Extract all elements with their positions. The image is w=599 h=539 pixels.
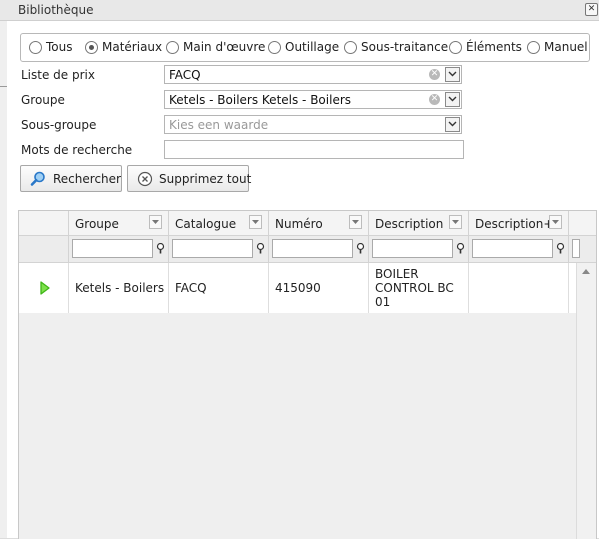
- grid-filter-description-plus: [469, 236, 569, 263]
- table-row[interactable]: Ketels - Boilers FACQ 415090 BOILER CONT…: [19, 263, 576, 313]
- close-icon[interactable]: ✕: [585, 3, 598, 16]
- filter-icon[interactable]: [556, 242, 565, 257]
- row-selector-cell[interactable]: [19, 263, 69, 313]
- filter-input[interactable]: [372, 239, 453, 258]
- radio-circle[interactable]: [344, 41, 357, 54]
- column-header-label: Numéro: [275, 217, 323, 231]
- scroll-up-arrow-icon: [582, 269, 590, 274]
- price-list-label: Liste de prix: [21, 68, 95, 82]
- subgroup-label: Sous-groupe: [21, 118, 97, 132]
- cell-text: 415090: [275, 281, 321, 295]
- filter-icon[interactable]: [456, 242, 465, 257]
- filter-icon[interactable]: [356, 242, 365, 257]
- price-list-value: FACQ: [169, 68, 201, 82]
- radio-circle[interactable]: [449, 41, 462, 54]
- column-header-label: Groupe: [75, 217, 119, 231]
- radio-label: Main d'œuvre: [183, 40, 266, 54]
- column-header-label: Description: [375, 217, 444, 231]
- column-header-label: Catalogue: [175, 217, 237, 231]
- search-icon: [30, 171, 46, 190]
- grid-header-overflow: [569, 211, 596, 236]
- cell-text-line: 01: [375, 295, 391, 309]
- grid-header-numero[interactable]: Numéro: [269, 211, 369, 236]
- radio-circle-checked[interactable]: [85, 41, 98, 54]
- group-value: Ketels - Boilers Ketels - Boilers: [169, 93, 352, 107]
- grid-header-catalogue[interactable]: Catalogue: [169, 211, 269, 236]
- grid-header-description[interactable]: Description: [369, 211, 469, 236]
- library-window: Bibliothèque ✕ Tous Matériaux Main d'œuv…: [0, 0, 599, 539]
- left-edge-strip: [0, 21, 7, 538]
- cell-text: FACQ: [175, 281, 207, 295]
- grid-filter-overflow: [569, 236, 596, 263]
- cell-numero: 415090: [269, 263, 369, 313]
- cell-groupe: Ketels - Boilers: [69, 263, 169, 313]
- grid-header-description-plus[interactable]: Description+: [469, 211, 569, 236]
- cell-text: Ketels - Boilers: [75, 281, 165, 295]
- radio-label: Sous-traitance: [361, 40, 449, 54]
- search-button-label: Rechercher: [53, 172, 121, 186]
- filter-input[interactable]: [272, 239, 353, 258]
- column-menu-icon[interactable]: [349, 215, 362, 229]
- results-grid: Groupe Catalogue Numéro Description Desc…: [18, 210, 597, 539]
- radio-circle[interactable]: [268, 41, 281, 54]
- cell-text-line: CONTROL BC: [375, 281, 454, 295]
- cell-text-line: BOILER: [375, 267, 419, 281]
- grid-filter-selector: [19, 236, 69, 263]
- grid-filter-groupe: [69, 236, 169, 263]
- filter-input[interactable]: [572, 239, 580, 258]
- clear-icon[interactable]: ✕: [429, 69, 440, 80]
- clear-all-button[interactable]: Supprimez tout: [127, 165, 252, 192]
- cell-catalogue: FACQ: [169, 263, 269, 313]
- vertical-scrollbar[interactable]: [576, 263, 596, 539]
- clear-icon[interactable]: ✕: [429, 94, 440, 105]
- grid-filter-catalogue: [169, 236, 269, 263]
- price-list-combo[interactable]: FACQ ✕: [164, 65, 462, 84]
- column-menu-icon[interactable]: [549, 215, 562, 229]
- filter-icon[interactable]: [256, 242, 265, 257]
- chevron-down-icon[interactable]: [445, 92, 460, 107]
- radio-circle[interactable]: [29, 41, 42, 54]
- cell-description: BOILER CONTROL BC 01: [369, 263, 469, 313]
- grid-header-selector: [19, 211, 69, 236]
- clear-all-button-label: Supprimez tout: [159, 172, 252, 186]
- cell-overflow: [569, 263, 576, 313]
- cell-description-plus: [469, 263, 569, 313]
- filter-input[interactable]: [72, 239, 153, 258]
- keywords-input[interactable]: [164, 140, 464, 159]
- radio-label: Tous: [46, 40, 73, 54]
- radio-label: Outillage: [285, 40, 340, 54]
- radio-label: Éléments: [466, 40, 522, 54]
- filter-input[interactable]: [172, 239, 253, 258]
- close-circle-icon: [137, 171, 153, 190]
- column-menu-icon[interactable]: [149, 215, 162, 229]
- column-header-label: Description+: [475, 217, 554, 231]
- column-menu-icon[interactable]: [449, 215, 462, 229]
- subgroup-combo[interactable]: Kies een waarde: [164, 115, 462, 134]
- group-combo[interactable]: Ketels - Boilers Ketels - Boilers ✕: [164, 90, 462, 109]
- grid-header-groupe[interactable]: Groupe: [69, 211, 169, 236]
- keywords-label: Mots de recherche: [21, 143, 133, 157]
- category-radio-group: Tous Matériaux Main d'œuvre Outillage So…: [20, 33, 590, 62]
- grid-filter-numero: [269, 236, 369, 263]
- filter-input[interactable]: [472, 239, 553, 258]
- group-label: Groupe: [21, 93, 65, 107]
- chevron-down-icon[interactable]: [445, 67, 460, 82]
- column-menu-icon[interactable]: [249, 215, 262, 229]
- grid-filter-description: [369, 236, 469, 263]
- play-icon[interactable]: [40, 281, 50, 298]
- window-title: Bibliothèque: [18, 3, 94, 17]
- radio-label: Matériaux: [102, 40, 163, 54]
- search-button[interactable]: Rechercher: [20, 165, 122, 192]
- radio-circle[interactable]: [166, 41, 179, 54]
- subgroup-placeholder: Kies een waarde: [169, 118, 269, 132]
- radio-circle[interactable]: [527, 41, 540, 54]
- chevron-down-icon[interactable]: [445, 117, 460, 132]
- title-bar: Bibliothèque ✕: [0, 0, 599, 21]
- radio-label: Manuel: [544, 40, 588, 54]
- filter-icon[interactable]: [156, 242, 165, 257]
